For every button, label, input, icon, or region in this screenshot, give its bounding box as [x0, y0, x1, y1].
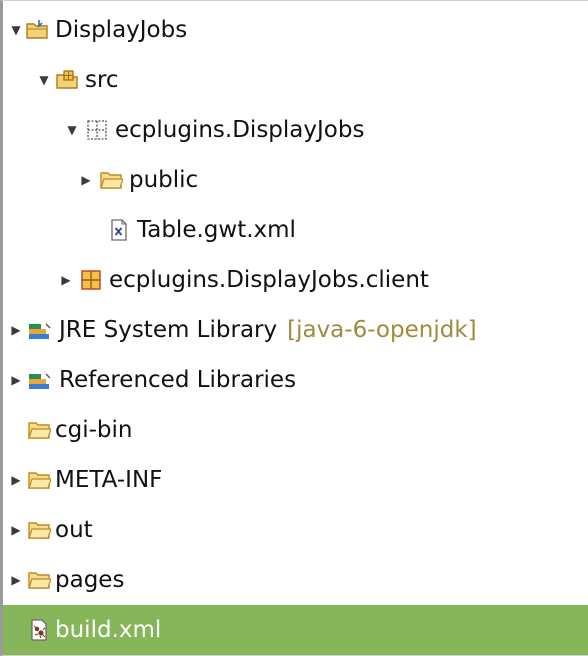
- project-tree: ▼ DisplayJobs ▼ src ▼ ecplugins.DisplayJ…: [3, 5, 588, 655]
- tree-item-ecplugins-displayjobs[interactable]: ▼ ecplugins.DisplayJobs: [3, 105, 588, 155]
- library-icon: [27, 368, 51, 392]
- collapse-arrow-icon[interactable]: ▶: [9, 455, 23, 505]
- collapse-arrow-icon[interactable]: ▶: [59, 255, 73, 305]
- tree-item-label: ecplugins.DisplayJobs.client: [109, 267, 429, 293]
- tree-item-label: META-INF: [55, 467, 163, 493]
- tree-item-label: ecplugins.DisplayJobs: [115, 117, 365, 143]
- tree-item-cgi-bin[interactable]: cgi-bin: [3, 405, 588, 455]
- folder-icon: [27, 418, 51, 442]
- ant-build-file-icon: [27, 618, 51, 642]
- package-icon: [79, 268, 103, 292]
- tree-item-label: cgi-bin: [55, 417, 133, 443]
- tree-item-decoration: [java-6-openjdk]: [287, 317, 477, 343]
- expand-arrow-icon[interactable]: ▼: [9, 5, 23, 55]
- tree-item-ecplugins-displayjobs-client[interactable]: ▶ ecplugins.DisplayJobs.client: [3, 255, 588, 305]
- collapse-arrow-icon[interactable]: ▶: [79, 155, 93, 205]
- collapse-arrow-icon[interactable]: ▶: [9, 305, 23, 355]
- tree-item-label: Table.gwt.xml: [137, 217, 296, 243]
- tree-item-pages[interactable]: ▶ pages: [3, 555, 588, 605]
- xml-file-icon: [107, 218, 131, 242]
- tree-item-label: public: [129, 167, 199, 193]
- package-explorer-panel: ▼ DisplayJobs ▼ src ▼ ecplugins.DisplayJ…: [0, 0, 588, 656]
- tree-item-label: pages: [55, 567, 125, 593]
- tree-item-label: JRE System Library [java-6-openjdk]: [59, 317, 477, 343]
- tree-item-label: build.xml: [55, 617, 162, 643]
- tree-item-build-xml[interactable]: build.xml: [3, 605, 588, 655]
- project-folder-icon: [25, 18, 49, 42]
- tree-item-referenced-libraries[interactable]: ▶ Referenced Libraries: [3, 355, 588, 405]
- collapse-arrow-icon[interactable]: ▶: [9, 555, 23, 605]
- tree-item-src[interactable]: ▼ src: [3, 55, 588, 105]
- tree-item-table-gwt-xml[interactable]: Table.gwt.xml: [3, 205, 588, 255]
- tree-item-out[interactable]: ▶ out: [3, 505, 588, 555]
- source-folder-icon: [55, 68, 79, 92]
- library-icon: [27, 318, 51, 342]
- folder-icon: [99, 168, 123, 192]
- tree-item-label: DisplayJobs: [55, 17, 188, 43]
- tree-item-label: out: [55, 517, 93, 543]
- folder-icon: [27, 518, 51, 542]
- tree-item-public[interactable]: ▶ public: [3, 155, 588, 205]
- tree-item-displayjobs[interactable]: ▼ DisplayJobs: [3, 5, 588, 55]
- expand-arrow-icon[interactable]: ▼: [37, 55, 51, 105]
- folder-icon: [27, 468, 51, 492]
- tree-item-meta-inf[interactable]: ▶ META-INF: [3, 455, 588, 505]
- tree-item-jre-system-library[interactable]: ▶ JRE System Library [java-6-openjdk]: [3, 305, 588, 355]
- package-icon: [85, 118, 109, 142]
- tree-item-label: src: [85, 67, 119, 93]
- expand-arrow-icon[interactable]: ▼: [65, 105, 79, 155]
- tree-item-label: Referenced Libraries: [59, 367, 297, 393]
- folder-icon: [27, 568, 51, 592]
- collapse-arrow-icon[interactable]: ▶: [9, 505, 23, 555]
- collapse-arrow-icon[interactable]: ▶: [9, 355, 23, 405]
